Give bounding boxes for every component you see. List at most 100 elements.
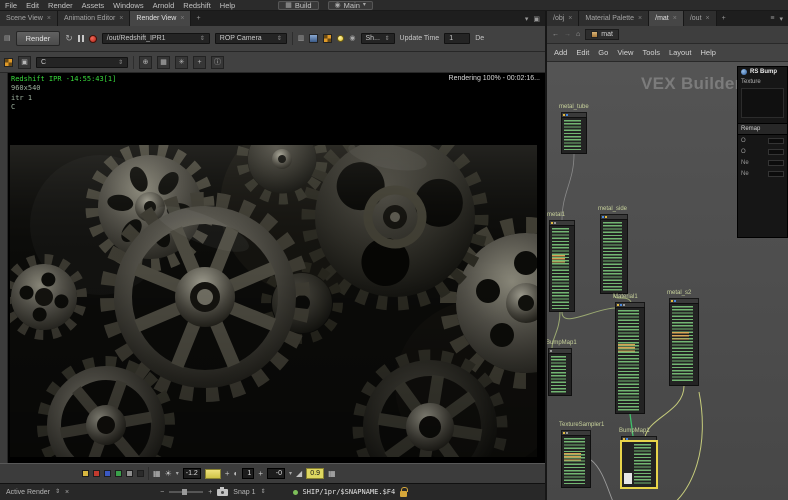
network-canvas[interactable]: VEX Builder metal_tube metal1 metal_side… [547, 62, 788, 500]
eyedropper-icon[interactable]: ◉ [349, 35, 355, 42]
film-icon[interactable]: ▥ [298, 35, 305, 42]
new-tab-button[interactable]: + [717, 11, 731, 26]
menu-edit[interactable]: Edit [26, 1, 39, 10]
tab-material-palette[interactable]: Material Palette × [579, 11, 650, 26]
close-icon[interactable]: × [65, 489, 69, 496]
render-button[interactable]: Render [15, 31, 61, 46]
shader-selector[interactable]: Sh... ⇕ [360, 33, 395, 44]
parameter-panel-header[interactable]: RS Bump [738, 67, 787, 77]
update-time-input[interactable]: 1 [444, 33, 471, 44]
home-icon[interactable]: ⌂ [576, 31, 580, 38]
close-icon[interactable]: × [568, 15, 572, 22]
stop-button[interactable] [88, 34, 97, 43]
netmenu-add[interactable]: Add [554, 48, 567, 57]
param-input[interactable] [768, 160, 784, 166]
crosshair-icon[interactable]: + [258, 469, 263, 478]
zoom-slider-thumb[interactable] [182, 489, 188, 495]
checker-icon[interactable] [323, 34, 333, 43]
pane-splitter[interactable] [545, 11, 547, 500]
exposure-slider[interactable] [204, 468, 221, 479]
menu-redshift[interactable]: Redshift [183, 1, 211, 10]
menu-assets[interactable]: Assets [82, 1, 105, 10]
swatch-dark[interactable] [137, 470, 144, 477]
new-tab-button[interactable]: + [191, 11, 205, 26]
refresh-icon[interactable]: ↻ [65, 34, 73, 43]
tab-obj[interactable]: /obj × [547, 11, 580, 26]
menu-render[interactable]: Render [48, 1, 73, 10]
node-metal-tube[interactable]: metal_tube [559, 104, 589, 154]
main-desktop-selector[interactable]: ◉ Main ▾ [327, 0, 373, 10]
close-icon[interactable]: × [706, 15, 710, 22]
contrast-value[interactable]: 1 [242, 468, 255, 479]
exposure-value[interactable]: -1.2 [182, 468, 201, 479]
camera-selector[interactable]: ROP Camera ⇕ [214, 33, 287, 44]
options-icon[interactable]: ▤ [4, 35, 11, 42]
pane-menu-icon[interactable]: ≡ [770, 15, 774, 22]
node-bumpmap1[interactable]: BumpMap1 [547, 340, 577, 396]
netmenu-edit[interactable]: Edit [576, 48, 589, 57]
menu-arnold[interactable]: Arnold [153, 1, 175, 10]
close-icon[interactable]: × [638, 15, 642, 22]
gamma-icon[interactable]: ◢ [296, 469, 302, 478]
exposure-icon[interactable]: ☀ [165, 469, 172, 478]
param-input[interactable] [768, 171, 784, 177]
build-shelf-selector[interactable]: ▦ Build [278, 0, 319, 10]
texture-field[interactable] [741, 88, 784, 118]
gamma-value[interactable]: 0.9 [306, 468, 325, 479]
pane-maximize-icon[interactable]: ▣ [533, 15, 540, 23]
contrast-icon[interactable]: ◐ [233, 469, 238, 478]
rop-selector[interactable]: /out/Redshift_IPR1 ⇕ [101, 33, 210, 44]
background-icon[interactable] [4, 57, 13, 67]
pause-button[interactable] [77, 35, 84, 42]
node-metal-side[interactable]: metal_side [598, 206, 628, 294]
swatch-green[interactable] [115, 470, 122, 477]
menu-file[interactable]: File [5, 1, 17, 10]
snapshot-path[interactable]: SHIP/1pr/$SNAPNAME.$F4 [303, 488, 396, 496]
plus-icon[interactable]: + [225, 469, 230, 478]
tab-render-view[interactable]: Render View × [130, 11, 192, 26]
node-metal-s2[interactable]: metal_s2 [667, 290, 699, 386]
snapshot-selector[interactable]: Snap 1 [233, 489, 255, 496]
zoom-button[interactable]: ⊕ [139, 55, 152, 69]
close-icon[interactable]: × [673, 15, 677, 22]
close-icon[interactable]: × [180, 15, 184, 22]
offset-value[interactable]: -0 [267, 468, 285, 479]
menu-windows[interactable]: Windows [113, 1, 143, 10]
caret-down-icon[interactable]: ▾ [525, 15, 529, 23]
tab-mat[interactable]: /mat × [649, 11, 684, 26]
close-icon[interactable]: × [119, 15, 123, 22]
lightbulb-icon[interactable] [337, 35, 345, 42]
grid-icon[interactable]: ▦ [153, 469, 161, 478]
param-input[interactable] [768, 149, 784, 155]
netmenu-layout[interactable]: Layout [669, 48, 692, 57]
swatch-red[interactable] [93, 470, 100, 477]
netmenu-tools[interactable]: Tools [642, 48, 660, 57]
node-metal1[interactable]: metal1 [547, 212, 575, 312]
tab-out[interactable]: /out × [683, 11, 717, 26]
netmenu-view[interactable]: View [617, 48, 633, 57]
remap-section-header[interactable]: Remap [738, 123, 787, 135]
node-bumpmap1-selected[interactable]: BumpMap1 [619, 428, 657, 488]
caret-down-icon[interactable]: ▾ [779, 15, 783, 23]
netmenu-help[interactable]: Help [700, 48, 715, 57]
render-viewport[interactable]: Redshift IPR -14:55:43[1] 960x540 itr 1 … [8, 73, 545, 463]
display-options-button[interactable]: ▣ [18, 55, 31, 69]
crosshair-button[interactable]: + [193, 55, 206, 69]
snapshot-button[interactable]: ✳ [175, 55, 188, 69]
close-icon[interactable]: × [47, 15, 51, 22]
grid-icon[interactable]: ▦ [328, 469, 336, 478]
param-input[interactable] [768, 138, 784, 144]
grid-button[interactable]: ▦ [157, 55, 170, 69]
tab-animation-editor[interactable]: Animation Editor × [57, 11, 131, 26]
zoom-in-button[interactable]: + [208, 489, 212, 496]
swatch-gray[interactable] [126, 470, 133, 477]
region-icon[interactable] [309, 34, 319, 43]
menu-help[interactable]: Help [220, 1, 235, 10]
netmenu-go[interactable]: Go [598, 48, 608, 57]
info-button[interactable]: ⓘ [211, 55, 224, 69]
active-render-selector[interactable]: Active Render [6, 489, 50, 496]
zoom-out-button[interactable]: − [160, 489, 164, 496]
camera-icon[interactable] [217, 486, 229, 496]
node-material1[interactable]: Material1 [613, 294, 645, 414]
forward-icon[interactable]: → [564, 31, 571, 38]
